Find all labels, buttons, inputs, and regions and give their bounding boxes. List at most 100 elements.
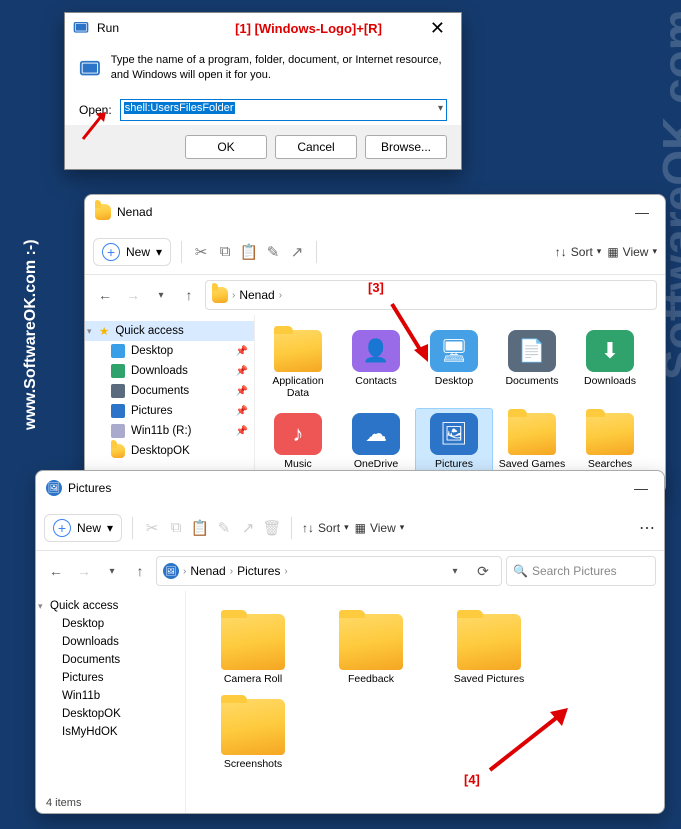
pin-icon: 📌 [236, 366, 248, 377]
forward-button[interactable]: → [121, 283, 145, 307]
refresh-icon[interactable]: ⟳ [471, 559, 495, 583]
folder-screenshots[interactable]: Screenshots [194, 694, 312, 779]
sidebar-item-downloads[interactable]: Downloads📌 [85, 361, 254, 381]
sidebar-item-pictures[interactable]: Pictures [36, 669, 185, 687]
chevron-down-icon[interactable]: ▾ [438, 103, 443, 114]
folder-saved-pictures[interactable]: Saved Pictures [430, 609, 548, 694]
folder-downloads[interactable]: ⬇Downloads [571, 325, 649, 408]
arrow-3 [384, 296, 444, 376]
run-icon [73, 20, 89, 36]
pictures-icon: 🖼 [430, 413, 478, 455]
folder-feedback[interactable]: Feedback [312, 609, 430, 694]
new-label: New [77, 521, 101, 535]
breadcrumb[interactable]: 🖼 › Nenad › Pictures › ▾ ⟳ [156, 556, 502, 586]
sidebar-item-documents[interactable]: Documents📌 [85, 381, 254, 401]
folder-pictures[interactable]: 🖼Pictures [415, 408, 493, 479]
window-title: Nenad [117, 205, 629, 219]
folder-onedrive[interactable]: ☁OneDrive [337, 408, 415, 479]
folder-searches[interactable]: Searches [571, 408, 649, 479]
view-button[interactable]: ▦ View ▾ [607, 245, 657, 259]
copy-icon[interactable]: ⧉ [167, 519, 185, 537]
search-placeholder: Search Pictures [532, 564, 617, 578]
sidebar-item-downloads[interactable]: Downloads [36, 633, 185, 651]
chevron-down-icon[interactable]: ▾ [100, 559, 124, 583]
documents-icon: 📄 [508, 330, 556, 372]
sort-button[interactable]: ↑↓ Sort ▾ [302, 521, 349, 535]
content-area: Application Data 👤Contacts 🖥Desktop 📄Doc… [255, 315, 665, 493]
content-area: Camera Roll Feedback Saved Pictures Scre… [186, 591, 664, 813]
chevron-down-icon: ▾ [107, 521, 113, 535]
back-button[interactable]: ← [93, 283, 117, 307]
up-button[interactable]: ↑ [177, 283, 201, 307]
sidebar: ▾Quick access Desktop Downloads Document… [36, 591, 186, 813]
folder-application-data[interactable]: Application Data [259, 325, 337, 408]
cut-icon[interactable]: ✂ [192, 243, 210, 261]
chevron-right-icon: › [183, 566, 186, 577]
delete-icon[interactable]: 🗑 [263, 519, 281, 537]
pin-icon: 📌 [236, 406, 248, 417]
folder-camera-roll[interactable]: Camera Roll [194, 609, 312, 694]
forward-button[interactable]: → [72, 559, 96, 583]
sidebar-item-desktopok[interactable]: DesktopOK [85, 441, 254, 461]
crumb-nenad[interactable]: Nenad [190, 564, 225, 578]
back-button[interactable]: ← [44, 559, 68, 583]
run-description: Type the name of a program, folder, docu… [111, 53, 447, 85]
paste-icon[interactable]: 📋 [191, 519, 209, 537]
new-button[interactable]: + New ▾ [93, 238, 171, 266]
downloads-icon: ⬇ [586, 330, 634, 372]
crumb-pictures[interactable]: Pictures [237, 564, 280, 578]
share-icon[interactable]: ↗ [288, 243, 306, 261]
folder-documents[interactable]: 📄Documents [493, 325, 571, 408]
annotation-1: [1] [Windows-Logo]+[R] [235, 21, 382, 36]
view-button[interactable]: ▦ View ▾ [355, 521, 405, 535]
chevron-down-icon[interactable]: ▾ [443, 559, 467, 583]
rename-icon[interactable]: ✎ [264, 243, 282, 261]
up-button[interactable]: ↑ [128, 559, 152, 583]
sidebar-item-quick-access[interactable]: ▾Quick access [36, 597, 185, 615]
pictures-icon: 🖼 [163, 563, 179, 579]
sidebar-item-desktop[interactable]: Desktop📌 [85, 341, 254, 361]
sidebar-item-desktop[interactable]: Desktop [36, 615, 185, 633]
more-icon[interactable]: ⋯ [639, 518, 656, 538]
sidebar-item-desktopok[interactable]: DesktopOK [36, 705, 185, 723]
ok-button[interactable]: OK [185, 135, 267, 159]
run-dialog: Run [1] [Windows-Logo]+[R] ✕ Type the na… [64, 12, 462, 170]
sidebar-item-win11b[interactable]: Win11b [36, 687, 185, 705]
window-title: Pictures [68, 481, 628, 495]
share-icon[interactable]: ↗ [239, 519, 257, 537]
search-input[interactable]: 🔍 Search Pictures [506, 556, 656, 586]
sidebar-item-ismyhdok[interactable]: IsMyHdOK [36, 723, 185, 741]
folder-saved-games[interactable]: Saved Games [493, 408, 571, 479]
close-icon[interactable]: ✕ [422, 18, 453, 39]
chevron-down-icon[interactable]: ▾ [149, 283, 173, 307]
sidebar-item-quick-access[interactable]: ▾★Quick access [85, 321, 254, 341]
sidebar-item-documents[interactable]: Documents [36, 651, 185, 669]
sidebar-item-pictures[interactable]: Pictures📌 [85, 401, 254, 421]
search-icon: 🔍 [513, 564, 528, 578]
browse-button[interactable]: Browse... [365, 135, 447, 159]
onedrive-icon: ☁ [352, 413, 400, 455]
arrow-4 [480, 700, 580, 780]
crumb-nenad[interactable]: Nenad [239, 288, 274, 302]
separator [181, 241, 182, 263]
sidebar-item-win11b[interactable]: Win11b (R:)📌 [85, 421, 254, 441]
cut-icon[interactable]: ✂ [143, 519, 161, 537]
copy-icon[interactable]: ⧉ [216, 243, 234, 261]
chevron-right-icon: › [230, 566, 233, 577]
chevron-right-icon: › [284, 566, 287, 577]
sidebar: ▾★Quick access Desktop📌 Downloads📌 Docum… [85, 315, 255, 493]
open-combobox[interactable]: shell:UsersFilesFolder ▾ [120, 99, 447, 121]
minimize-icon[interactable]: — [628, 480, 654, 496]
run-title-text: Run [89, 21, 235, 35]
rename-icon[interactable]: ✎ [215, 519, 233, 537]
annotation-4: [4] [464, 772, 480, 787]
cancel-button[interactable]: Cancel [275, 135, 357, 159]
annotation-3: [3] [368, 280, 384, 295]
separator [132, 517, 133, 539]
sort-button[interactable]: ↑↓ Sort ▾ [555, 245, 602, 259]
new-button[interactable]: + New ▾ [44, 514, 122, 542]
plus-icon: + [53, 519, 71, 537]
paste-icon[interactable]: 📋 [240, 243, 258, 261]
minimize-icon[interactable]: — [629, 204, 655, 220]
folder-music[interactable]: ♪Music [259, 408, 337, 479]
